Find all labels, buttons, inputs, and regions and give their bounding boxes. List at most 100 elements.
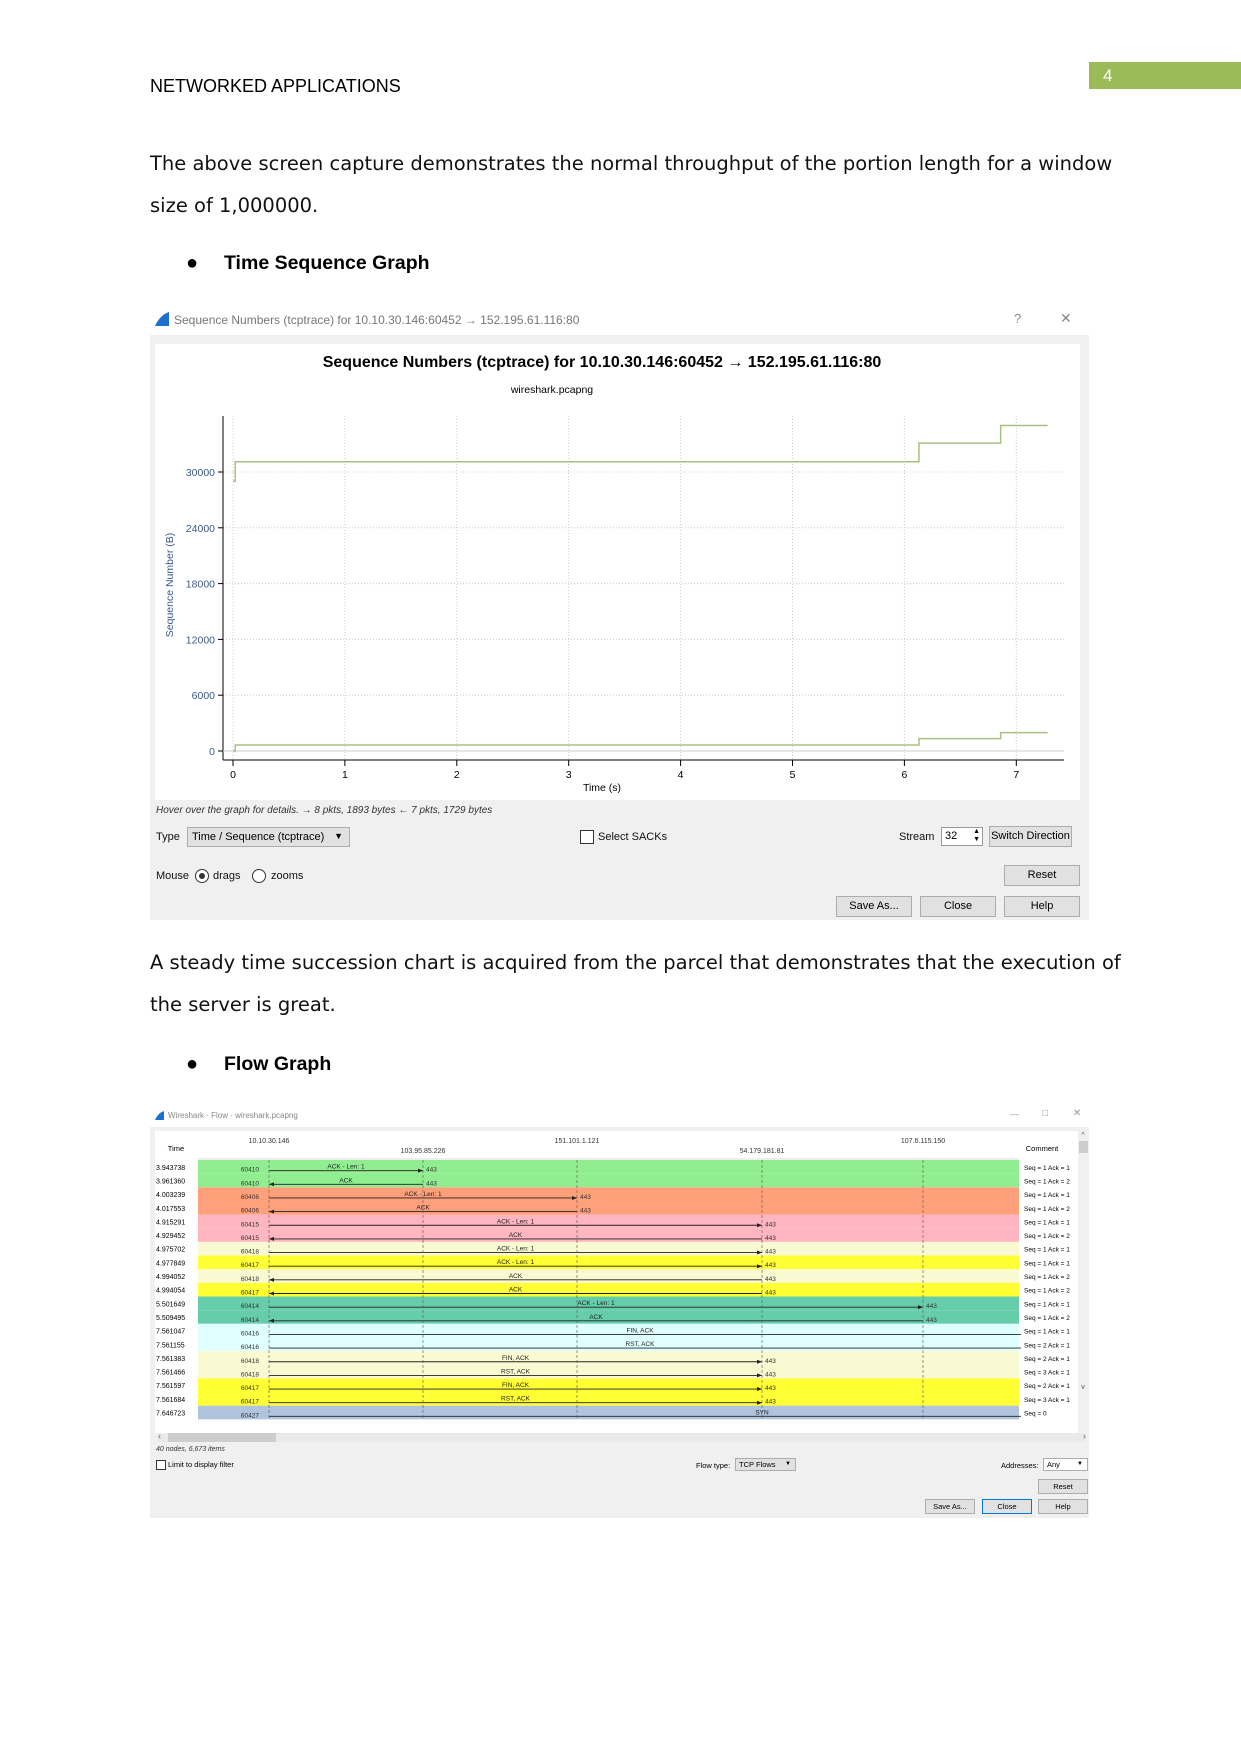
maximize-icon[interactable]: □ <box>1042 1108 1048 1119</box>
scrollbar-thumb[interactable] <box>168 1433 276 1442</box>
chart-subtitle: wireshark.pcapng <box>510 384 593 396</box>
save-as-button[interactable]: Save As... <box>925 1499 975 1514</box>
spin-arrows-icon[interactable]: ▲ ▼ <box>973 828 980 844</box>
row-dst-port: 443 <box>765 1221 776 1228</box>
scroll-left-icon[interactable]: ‹ <box>158 1431 161 1441</box>
x-tick-label: 5 <box>790 769 796 781</box>
stream-spinbox[interactable]: 32 ▲ ▼ <box>941 827 983 846</box>
series-line-2 <box>233 731 1048 752</box>
flow-message-label: ACK - Len: 1 <box>497 1259 535 1266</box>
save-as-button[interactable]: Save As... <box>836 896 912 917</box>
drags-label: drags <box>213 870 241 882</box>
zooms-radio[interactable] <box>252 869 266 883</box>
status-text: 40 nodes, 6,673 items <box>156 1446 225 1453</box>
row-time: 4.977849 <box>156 1260 185 1267</box>
help-button[interactable]: Help <box>1004 896 1080 917</box>
row-time: 7.561597 <box>156 1383 185 1390</box>
type-value: Time / Sequence (tcptrace) <box>192 831 325 843</box>
flow-message-label: ACK <box>416 1205 430 1212</box>
zooms-label: zooms <box>271 870 304 882</box>
row-comment: Seq = 1 Ack = 2 <box>1024 1206 1070 1213</box>
stream-label: Stream <box>899 831 935 843</box>
node-address: 107.6.115.150 <box>901 1138 945 1145</box>
flow-row-background <box>198 1392 1019 1406</box>
row-time: 5.509495 <box>156 1315 185 1322</box>
close-button[interactable]: Close <box>920 896 996 917</box>
flow-diagram[interactable]: Time Comment 10.10.30.146 103.95.85.226 151.… <box>150 1127 1089 1447</box>
row-dst-port: 443 <box>765 1276 776 1283</box>
y-tick-label: 0 <box>209 746 215 758</box>
vertical-scrollbar-thumb[interactable] <box>1079 1141 1088 1153</box>
row-dst-port: 443 <box>426 1167 437 1174</box>
row-comment: Seq = 2 Ack = 1 <box>1024 1383 1070 1390</box>
close-button[interactable]: Close <box>982 1499 1032 1514</box>
heading-flow-graph: Flow Graph <box>224 1053 332 1075</box>
row-dst-port: 443 <box>765 1385 776 1392</box>
sequence-chart[interactable]: Sequence Numbers (tcptrace) for 10.10.30… <box>150 305 1089 805</box>
type-dropdown[interactable]: Time / Sequence (tcptrace) ▼ <box>187 827 350 847</box>
row-src-port: 60417 <box>241 1262 259 1269</box>
paragraph-1-line-1: The above screen capture demonstrates th… <box>150 152 1113 175</box>
flow-message-label: RST, ACK <box>501 1396 531 1403</box>
flow-row-background <box>198 1310 1019 1324</box>
limit-filter-checkbox[interactable] <box>156 1460 166 1470</box>
select-sacks-label: Select SACKs <box>598 831 668 843</box>
flow-message-label: ACK <box>589 1314 603 1321</box>
row-src-port: 60417 <box>241 1290 259 1297</box>
flow-row-background <box>198 1351 1019 1365</box>
row-dst-port: 443 <box>765 1262 776 1269</box>
switch-direction-button[interactable]: Switch Direction <box>989 826 1072 847</box>
select-sacks-checkbox[interactable] <box>580 830 594 844</box>
row-src-port: 60418 <box>241 1371 259 1378</box>
row-dst-port: 443 <box>926 1317 937 1324</box>
drags-radio[interactable] <box>195 869 209 883</box>
x-tick-label: 2 <box>454 769 460 781</box>
flow-window: Wireshark · Flow · wireshark.pcapng — □ … <box>150 1105 1089 1518</box>
reset-button[interactable]: Reset <box>1038 1479 1088 1494</box>
flow-type-dropdown[interactable]: TCP Flows ▼ <box>735 1458 796 1471</box>
row-src-port: 60418 <box>241 1249 259 1256</box>
row-time: 3.961360 <box>156 1178 185 1185</box>
row-dst-port: 443 <box>580 1194 591 1201</box>
addresses-dropdown[interactable]: Any ▼ <box>1043 1458 1088 1471</box>
row-time: 4.994052 <box>156 1274 185 1281</box>
close-icon[interactable]: ✕ <box>1073 1108 1081 1119</box>
row-comment: Seq = 1 Ack = 1 <box>1024 1219 1070 1226</box>
flow-message-label: ACK - Len: 1 <box>497 1246 535 1253</box>
flow-row-background <box>198 1255 1019 1270</box>
y-tick-label: 24000 <box>186 523 215 535</box>
row-comment: Seq = 1 Ack = 1 <box>1024 1329 1070 1336</box>
row-comment: Seq = 1 Ack = 2 <box>1024 1274 1070 1281</box>
flow-type-label: Flow type: <box>696 1461 731 1470</box>
flow-message-label: ACK - Len: 1 <box>327 1164 365 1171</box>
row-time: 7.561047 <box>156 1329 185 1336</box>
help-button[interactable]: Help <box>1038 1499 1088 1514</box>
time-header: Time <box>168 1144 184 1153</box>
node-address: 103.95.85.226 <box>401 1148 446 1155</box>
row-comment: Seq = 3 Ack = 1 <box>1024 1397 1070 1404</box>
row-comment: Seq = 1 Ack = 1 <box>1024 1192 1070 1199</box>
horizontal-scrollbar[interactable]: ‹ › <box>158 1431 1086 1442</box>
x-axis-label: Time (s) <box>583 782 621 794</box>
x-tick-label: 0 <box>230 769 236 781</box>
scroll-right-icon[interactable]: › <box>1083 1431 1086 1441</box>
row-src-port: 60417 <box>241 1385 259 1392</box>
x-tick-label: 7 <box>1013 769 1019 781</box>
row-src-port: 60416 <box>241 1344 259 1351</box>
paragraph-2-line-2: the server is great. <box>150 993 336 1016</box>
flow-row-background <box>198 1269 1019 1283</box>
row-src-port: 60427 <box>241 1412 259 1419</box>
reset-button[interactable]: Reset <box>1004 865 1080 886</box>
row-time: 4.017553 <box>156 1206 185 1213</box>
flow-type-value: TCP Flows <box>739 1460 776 1469</box>
row-time: 7.561684 <box>156 1397 185 1404</box>
flow-message-label: RST, ACK <box>626 1341 656 1348</box>
y-tick-label: 6000 <box>192 690 216 702</box>
row-comment: Seq = 1 Ack = 1 <box>1024 1260 1070 1267</box>
row-time: 4.994054 <box>156 1288 185 1295</box>
row-dst-port: 443 <box>765 1235 776 1242</box>
minimize-icon[interactable]: — <box>1010 1109 1019 1119</box>
row-comment: Seq = 1 Ack = 2 <box>1024 1178 1070 1185</box>
node-address: 151.101.1.121 <box>555 1138 600 1145</box>
row-time: 7.561466 <box>156 1370 185 1377</box>
